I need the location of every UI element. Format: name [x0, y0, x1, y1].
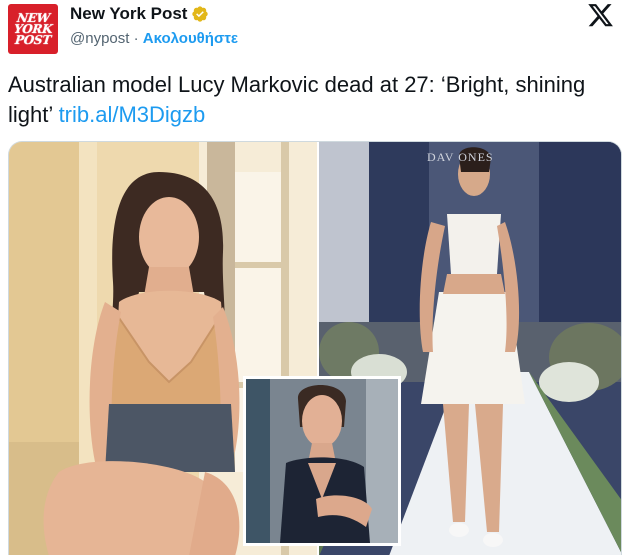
runway-sign: DAV ONES — [427, 150, 494, 164]
separator: · — [133, 30, 139, 47]
tweet-link[interactable]: trib.al/M3Digzb — [59, 102, 206, 127]
x-logo-icon[interactable] — [588, 4, 614, 28]
name-row: New York Post — [70, 4, 209, 24]
tweet-media[interactable]: DAV ONES — [8, 141, 622, 555]
follow-button[interactable]: Ακολουθήστε — [143, 30, 238, 47]
tweet-text: Australian model Lucy Markovic dead at 2… — [8, 70, 614, 130]
avatar-text-line-3: POST — [14, 32, 52, 47]
account-name[interactable]: New York Post — [70, 4, 187, 24]
tweet-header: NEW YORK POST New York Post @nypost · Ακ… — [8, 4, 614, 56]
account-handle[interactable]: @nypost — [70, 30, 129, 47]
photo-model-portrait-inset[interactable] — [243, 376, 401, 546]
avatar[interactable]: NEW YORK POST — [8, 4, 58, 54]
photo-model-portrait-art — [246, 379, 398, 543]
handle-row: @nypost · Ακολουθήστε — [70, 30, 238, 47]
verified-badge-icon — [192, 6, 209, 22]
